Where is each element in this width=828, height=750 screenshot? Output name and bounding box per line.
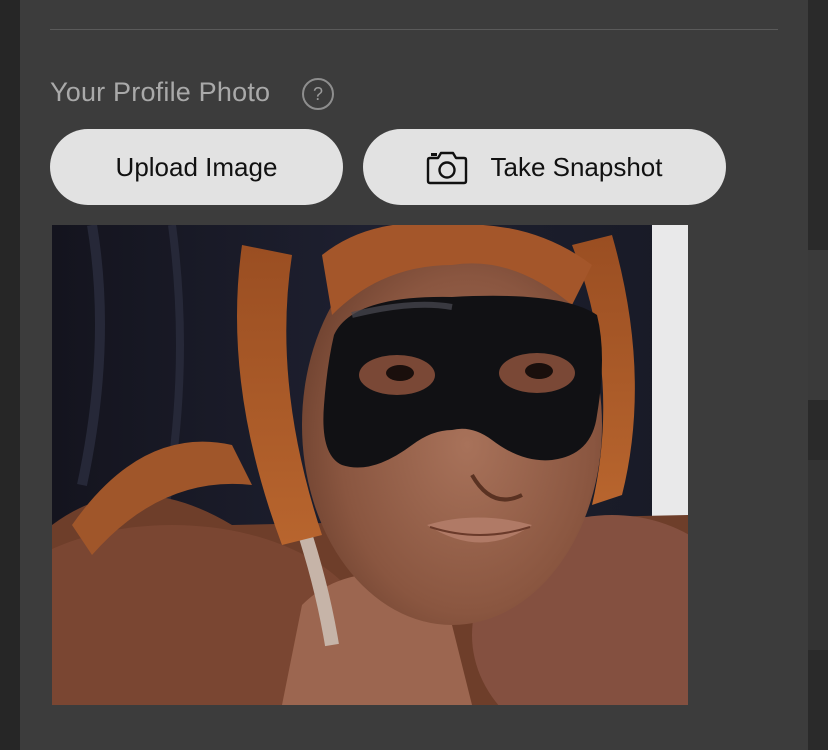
upload-image-button[interactable]: Upload Image <box>50 129 343 205</box>
camera-icon <box>426 149 468 185</box>
question-circle-icon[interactable]: ? <box>302 78 334 110</box>
section-title: Your Profile Photo <box>50 77 271 107</box>
take-snapshot-button[interactable]: Take Snapshot <box>363 129 726 205</box>
take-snapshot-label: Take Snapshot <box>490 151 663 182</box>
background-edge-block <box>808 250 828 400</box>
background-edge-block <box>808 460 828 650</box>
profile-photo-panel: Your Profile Photo ? Upload Image Take S… <box>20 0 808 750</box>
profile-photo-preview <box>52 225 688 705</box>
upload-image-label: Upload Image <box>115 151 278 182</box>
section-divider <box>50 29 778 30</box>
